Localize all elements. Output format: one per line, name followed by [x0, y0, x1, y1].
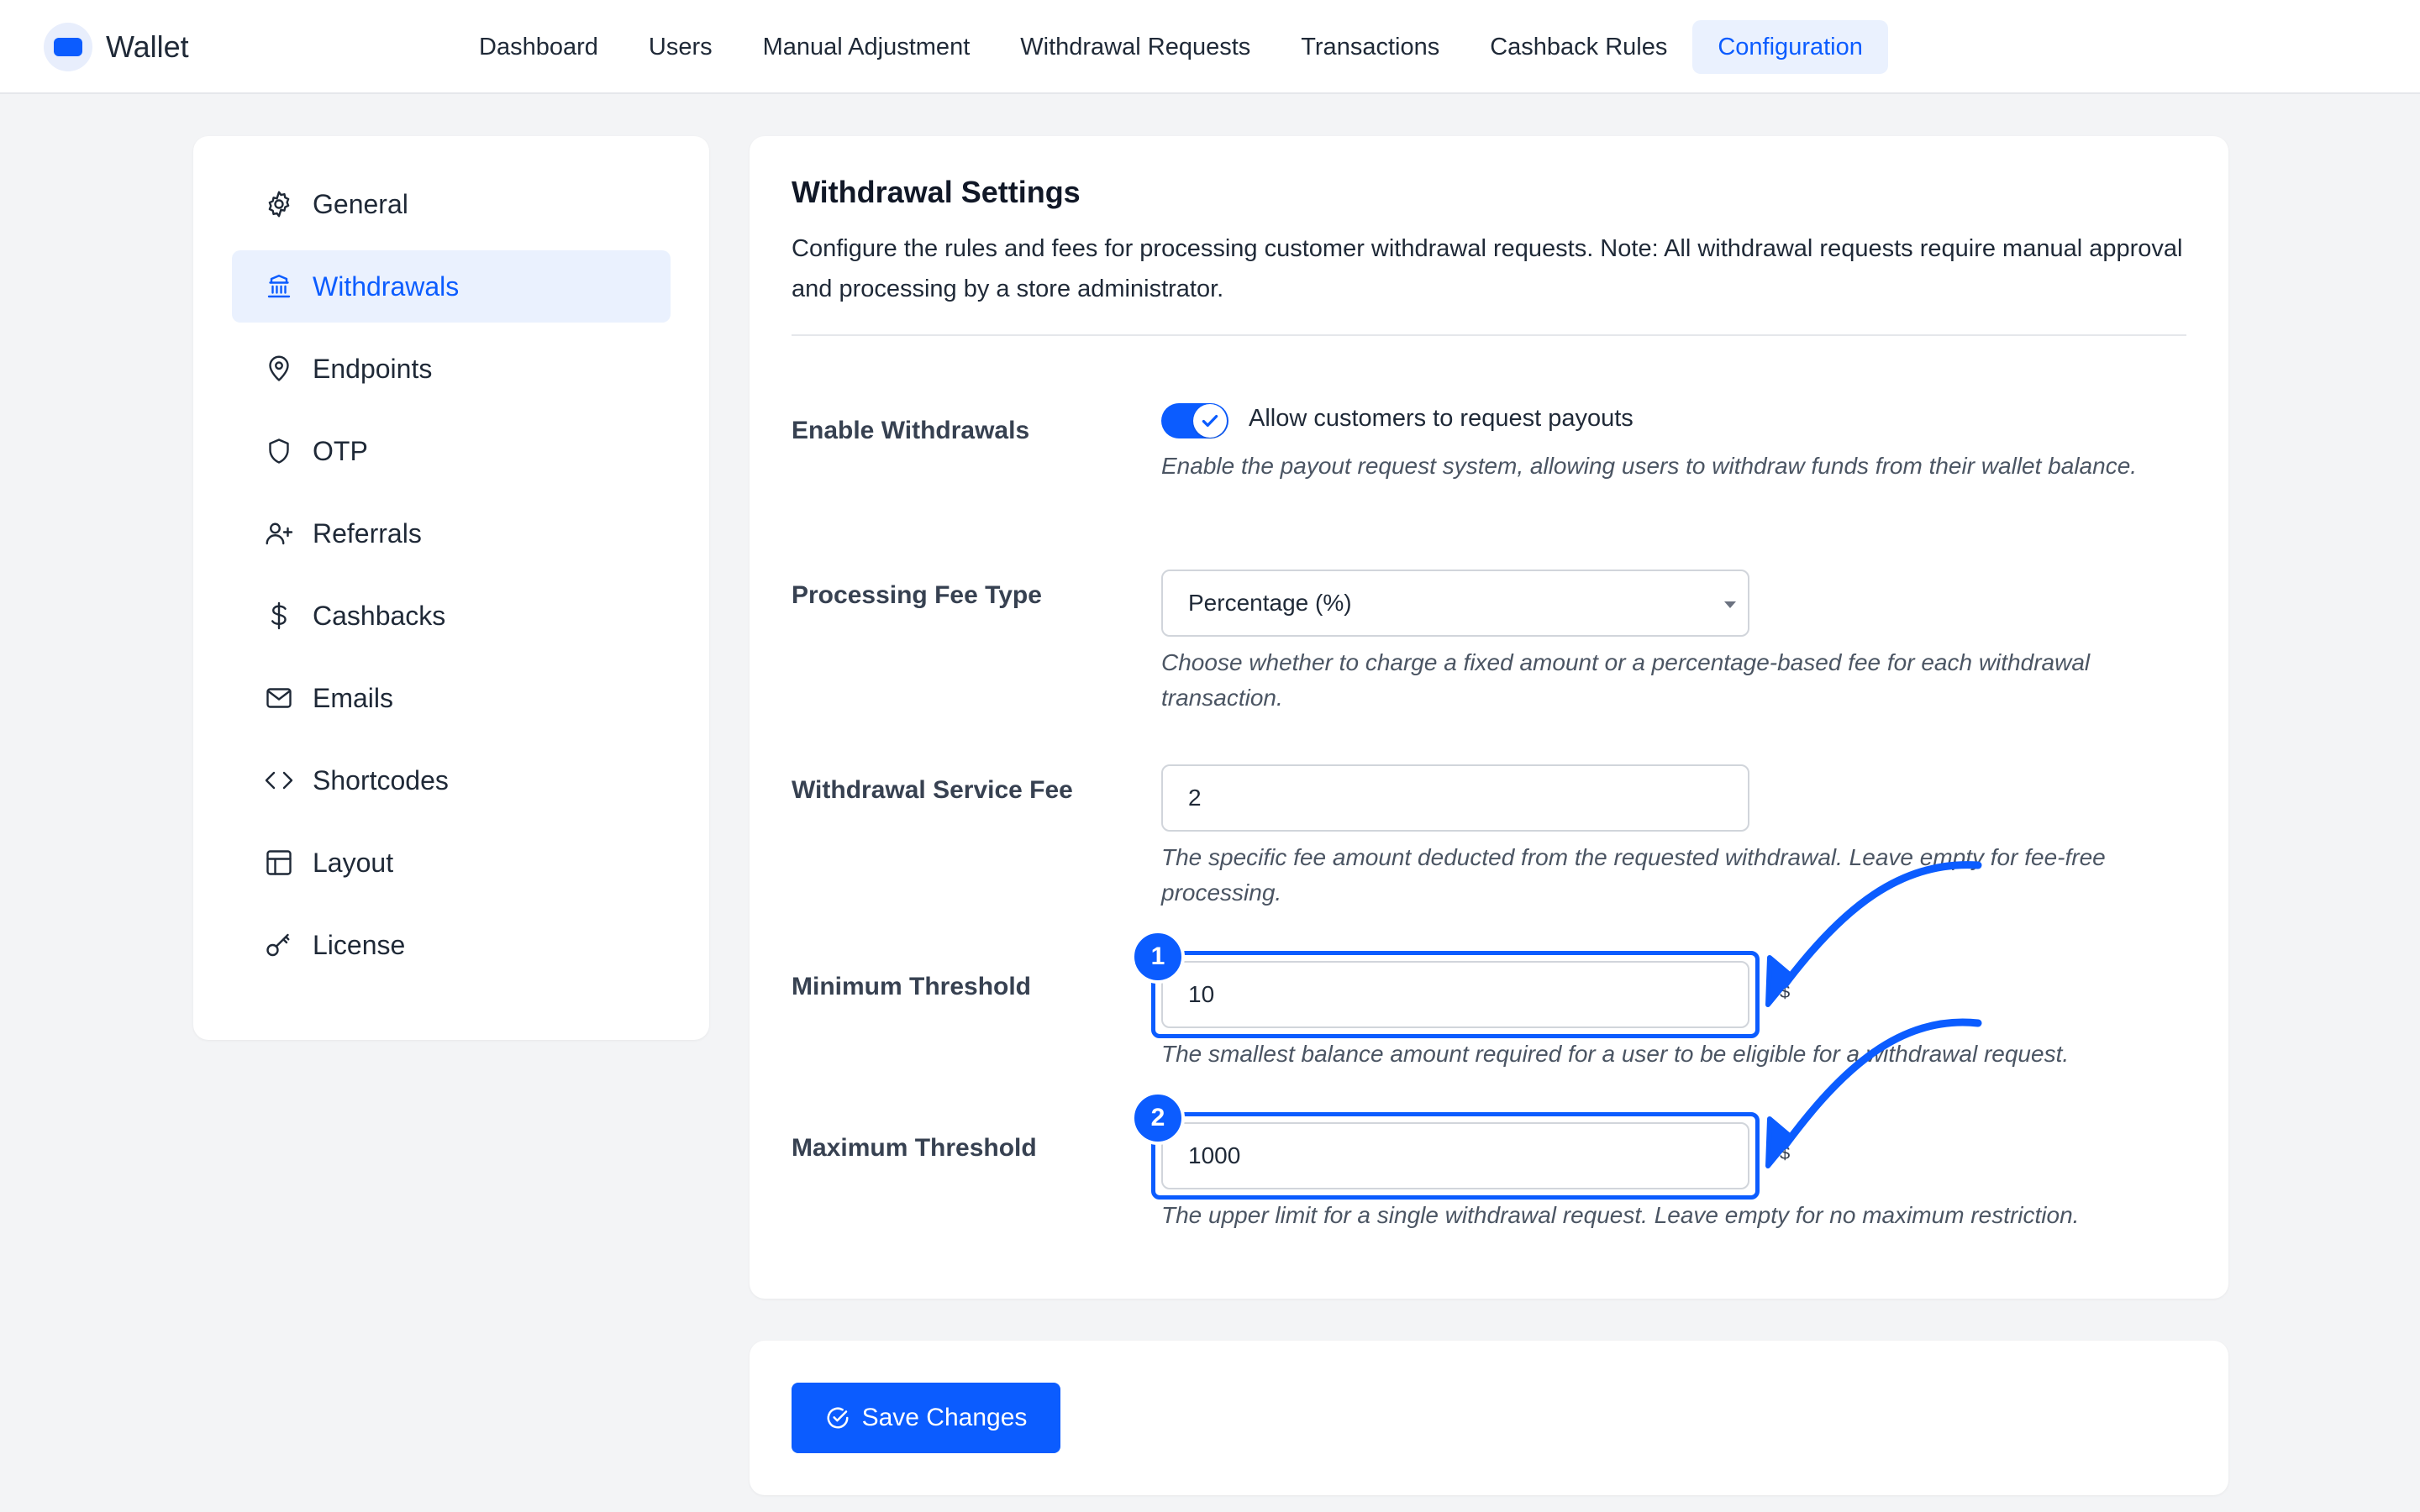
wallet-icon	[44, 23, 92, 71]
nav-dashboard[interactable]: Dashboard	[454, 20, 623, 74]
user-plus-icon	[264, 518, 294, 549]
save-bar: Save Changes	[750, 1341, 2228, 1495]
section-title: Withdrawal Settings	[792, 175, 1081, 209]
sidebar-item-label: Withdrawals	[313, 270, 460, 302]
settings-sidebar: General Withdrawals Endpoints OTP Referr…	[193, 136, 709, 1040]
sidebar-item-label: License	[313, 929, 406, 960]
sidebar-item-label: Cashbacks	[313, 600, 446, 631]
mail-icon	[264, 683, 294, 713]
service-fee-help: The specific fee amount deducted from th…	[1161, 844, 2106, 906]
fee-type-selected-value: Percentage (%)	[1188, 590, 1352, 616]
sidebar-item-endpoints[interactable]: Endpoints	[232, 333, 671, 405]
nav-transactions[interactable]: Transactions	[1276, 20, 1465, 74]
brand[interactable]: Wallet	[44, 20, 189, 74]
save-changes-button[interactable]: Save Changes	[792, 1383, 1060, 1453]
bank-icon	[264, 271, 294, 302]
annotation-badge-2: 2	[1131, 1091, 1185, 1145]
enable-withdrawals-toggle[interactable]	[1161, 403, 1228, 438]
chevron-down-icon	[1724, 601, 1736, 608]
max-threshold-currency: $	[1780, 1142, 1791, 1163]
main-nav: Dashboard Users Manual Adjustment Withdr…	[454, 20, 1888, 74]
sidebar-item-label: Endpoints	[313, 353, 433, 384]
sidebar-item-label: OTP	[313, 435, 368, 466]
fee-type-help: Choose whether to charge a fixed amount …	[1161, 649, 2091, 711]
min-threshold-currency: $	[1780, 981, 1791, 1002]
top-bar: Wallet Dashboard Users Manual Adjustment…	[0, 0, 2420, 94]
layout-icon	[264, 848, 294, 878]
annotation-badge-1: 1	[1131, 930, 1185, 984]
enable-withdrawals-toggle-label[interactable]: Allow customers to request payouts	[1249, 405, 1634, 433]
sidebar-item-layout[interactable]: Layout	[232, 827, 671, 899]
max-threshold-help: The upper limit for a single withdrawal …	[1161, 1202, 2080, 1228]
enable-withdrawals-label: Enable Withdrawals	[792, 417, 1030, 444]
sidebar-item-cashbacks[interactable]: Cashbacks	[232, 580, 671, 652]
check-circle-icon	[825, 1405, 850, 1431]
nav-manual-adjustment[interactable]: Manual Adjustment	[738, 20, 996, 74]
max-threshold-label: Maximum Threshold	[792, 1134, 1037, 1162]
nav-configuration[interactable]: Configuration	[1692, 20, 1888, 74]
shield-icon	[264, 436, 294, 466]
min-threshold-help: The smallest balance amount required for…	[1161, 1041, 2070, 1067]
gear-icon	[264, 189, 294, 219]
sidebar-item-general[interactable]: General	[232, 168, 671, 240]
min-threshold-label: Minimum Threshold	[792, 973, 1031, 1000]
sidebar-item-label: General	[313, 188, 408, 219]
enable-withdrawals-help: Enable the payout request system, allowi…	[1161, 453, 2138, 479]
sidebar-item-label: Shortcodes	[313, 764, 449, 795]
service-fee-input[interactable]	[1161, 764, 1749, 832]
nav-withdrawal-requests[interactable]: Withdrawal Requests	[995, 20, 1276, 74]
nav-users[interactable]: Users	[623, 20, 738, 74]
withdrawal-settings-card: Withdrawal Settings Configure the rules …	[750, 136, 2228, 1299]
dollar-icon	[264, 601, 294, 631]
service-fee-label: Withdrawal Service Fee	[792, 776, 1073, 804]
max-threshold-input[interactable]	[1161, 1122, 1749, 1189]
sidebar-item-shortcodes[interactable]: Shortcodes	[232, 744, 671, 816]
fee-type-select[interactable]: Percentage (%)	[1161, 570, 1749, 637]
check-icon	[1193, 404, 1227, 438]
sidebar-item-referrals[interactable]: Referrals	[232, 497, 671, 570]
sidebar-item-emails[interactable]: Emails	[232, 662, 671, 734]
sidebar-item-label: Referrals	[313, 517, 422, 549]
key-icon	[264, 930, 294, 960]
sidebar-item-label: Emails	[313, 682, 394, 713]
divider	[792, 334, 2186, 336]
nav-cashback-rules[interactable]: Cashback Rules	[1465, 20, 1692, 74]
fee-type-label: Processing Fee Type	[792, 581, 1042, 609]
sidebar-item-license[interactable]: License	[232, 909, 671, 981]
min-threshold-input[interactable]	[1161, 961, 1749, 1028]
sidebar-item-label: Layout	[313, 847, 394, 878]
map-pin-icon	[264, 354, 294, 384]
save-changes-label: Save Changes	[861, 1404, 1028, 1431]
sidebar-item-otp[interactable]: OTP	[232, 415, 671, 487]
sidebar-item-withdrawals[interactable]: Withdrawals	[232, 250, 671, 323]
code-icon	[264, 765, 294, 795]
section-description: Configure the rules and fees for process…	[792, 235, 2183, 302]
brand-name: Wallet	[106, 29, 189, 64]
